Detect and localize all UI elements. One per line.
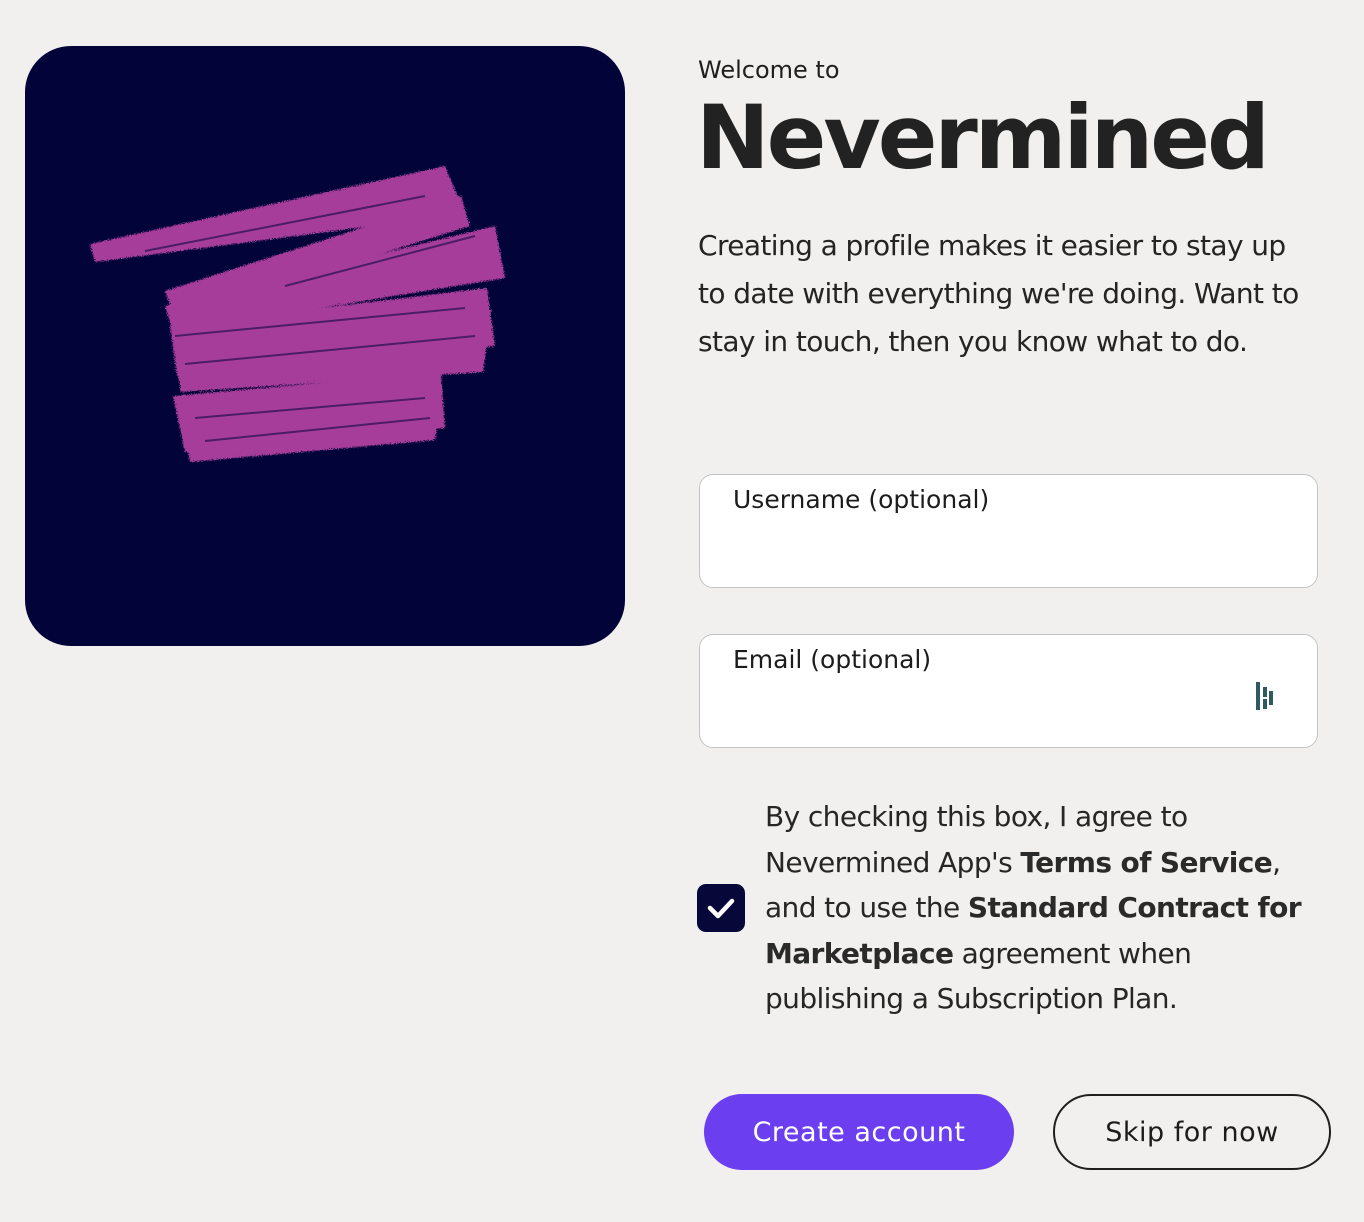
- agreement-text: By checking this box, I agree to Nevermi…: [765, 794, 1335, 1022]
- create-account-button[interactable]: Create account: [704, 1094, 1014, 1170]
- welcome-text: Welcome to: [698, 56, 840, 84]
- password-manager-icon[interactable]: [1253, 679, 1281, 713]
- intro-text: Creating a profile makes it easier to st…: [698, 229, 1299, 358]
- hero-image: [25, 46, 625, 646]
- username-label: Username (optional): [733, 485, 990, 514]
- brand-title: Nevermined: [696, 86, 1270, 189]
- brush-scribble-graphic: [90, 166, 505, 462]
- email-label: Email (optional): [733, 645, 932, 674]
- terms-of-service-link[interactable]: Terms of Service: [1020, 846, 1272, 879]
- email-field[interactable]: Email (optional): [699, 634, 1318, 748]
- checkmark-icon: [707, 898, 735, 919]
- username-input[interactable]: [733, 533, 1257, 571]
- skip-for-now-button[interactable]: Skip for now: [1053, 1094, 1331, 1170]
- agreement-checkbox[interactable]: [697, 884, 745, 932]
- email-input[interactable]: [733, 693, 1257, 731]
- username-field[interactable]: Username (optional): [699, 474, 1318, 588]
